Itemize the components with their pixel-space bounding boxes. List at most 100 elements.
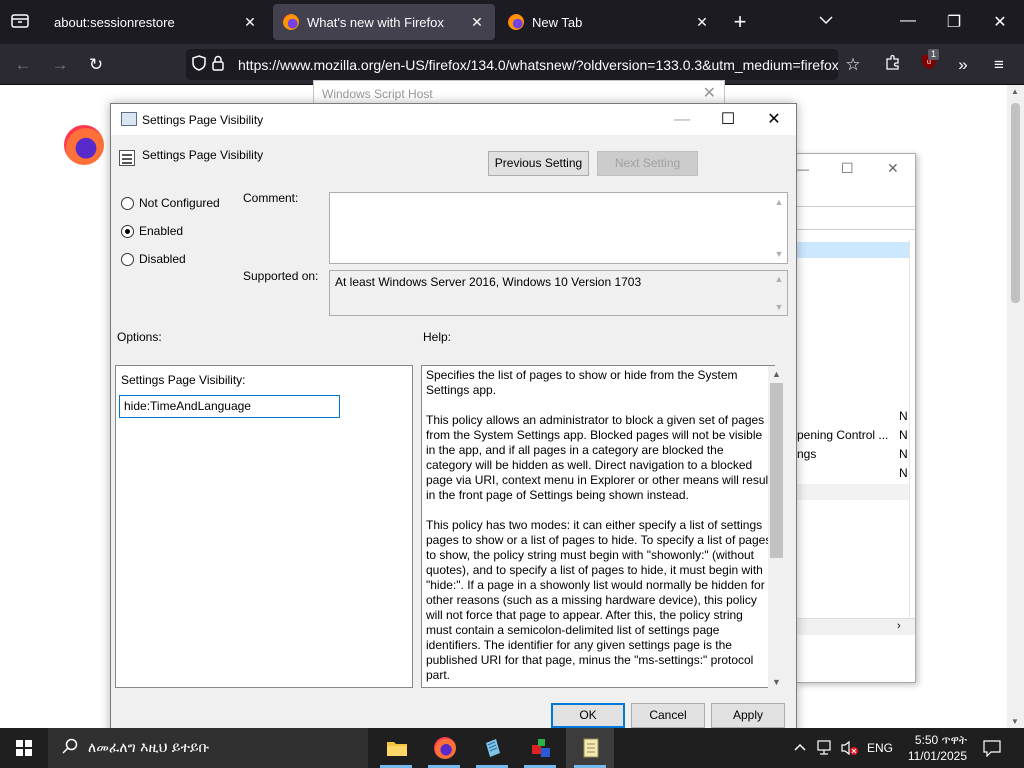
menu-icon[interactable]: ≡ [986, 52, 1012, 78]
dialog-titlebar: Settings Page Visibility — ☐ ✕ [111, 104, 796, 135]
network-icon[interactable] [817, 740, 835, 759]
script-icon [583, 738, 599, 758]
notepad-icon [486, 739, 500, 757]
policy-icon [121, 112, 137, 126]
chevron-down-icon[interactable] [814, 12, 838, 30]
forward-icon[interactable]: → [47, 52, 73, 78]
close-tab-icon[interactable]: ✕ [469, 14, 485, 31]
tab-new-tab[interactable]: New Tab ✕ [498, 4, 720, 40]
maximize-icon[interactable]: ☐ [841, 160, 854, 177]
tab-whats-new[interactable]: What's new with Firefox ✕ [273, 4, 495, 40]
ok-button[interactable]: OK [551, 703, 625, 728]
taskbar-firefox[interactable] [420, 728, 468, 768]
taskbar-script-host[interactable] [566, 728, 614, 768]
gp-separator [797, 206, 915, 207]
gp-list-item[interactable]: pening Control ... [797, 428, 888, 442]
url-bar[interactable]: https://www.mozilla.org/en-US/firefox/13… [186, 49, 838, 80]
notifications-icon[interactable] [983, 739, 1001, 760]
close-window-icon[interactable]: ✕ [988, 12, 1012, 32]
taskbar-policy-editor[interactable] [516, 728, 564, 768]
show-hidden-icons-chevron[interactable] [794, 740, 806, 755]
policy-setting-icon [119, 150, 135, 166]
folder-icon [387, 742, 407, 756]
radio-not-configured[interactable]: Not Configured [121, 196, 220, 210]
extensions-icon[interactable] [880, 52, 906, 78]
page-scrollbar[interactable]: ▲ ▼ [1007, 85, 1024, 728]
help-paragraph: This policy allows an administrator to b… [426, 413, 772, 502]
help-text: Specifies the list of pages to show or h… [426, 368, 772, 687]
cancel-button[interactable]: Cancel [631, 703, 705, 728]
comment-textarea[interactable]: ▲ ▼ [329, 192, 788, 264]
radio-circle[interactable] [121, 252, 134, 266]
windows-start-icon[interactable] [16, 740, 32, 756]
policy-dialog[interactable]: Settings Page Visibility — ☐ ✕ Settings … [110, 103, 797, 743]
shield-icon[interactable] [192, 55, 206, 74]
gp-list-item[interactable]: ngs [797, 447, 816, 461]
gp-editor-window[interactable]: — ☐ ✕ N pening Control ... N ngs N N › [796, 153, 916, 683]
supported-on-text: At least Windows Server 2016, Windows 10… [335, 275, 642, 289]
gp-vscrollbar[interactable] [909, 240, 915, 620]
back-icon[interactable]: ← [10, 52, 36, 78]
clock[interactable]: 5:50 ጥዋት 11/01/2025 [905, 732, 967, 764]
page-scrollbar-thumb[interactable] [1011, 103, 1020, 303]
scroll-down-icon[interactable]: ▼ [1011, 717, 1019, 726]
help-scrollbar[interactable]: ▲ ▼ [768, 366, 785, 690]
ublock-icon[interactable]: u 1 [916, 49, 942, 78]
previous-setting-button[interactable]: Previous Setting [488, 151, 589, 176]
scroll-up-icon[interactable]: ▲ [773, 274, 785, 284]
volume-muted-icon[interactable] [841, 740, 859, 759]
chevron-right-icon[interactable]: › [897, 620, 901, 632]
help-scrollbar-thumb[interactable] [770, 383, 783, 558]
options-label: Options: [117, 330, 162, 344]
taskbar-search-box[interactable]: ለመፈለግ እዚህ ይተይቡ [48, 728, 368, 768]
close-icon[interactable]: ✕ [703, 83, 716, 103]
supported-on-box: At least Windows Server 2016, Windows 10… [329, 270, 788, 316]
taskbar-file-explorer[interactable] [372, 728, 420, 768]
browser-tab-bar: about:sessionrestore ✕ What's new with F… [0, 0, 1024, 44]
gp-titlebar: — ☐ ✕ [797, 154, 915, 186]
restore-icon[interactable]: ❐ [942, 12, 966, 32]
state-cell: N [899, 409, 908, 423]
close-icon[interactable]: ✕ [754, 108, 794, 132]
help-paragraph: This policy has two modes: it can either… [426, 518, 772, 682]
radio-enabled[interactable]: Enabled [121, 224, 183, 238]
minimize-icon[interactable]: — [797, 162, 809, 176]
radio-disabled[interactable]: Disabled [121, 252, 186, 266]
reload-icon[interactable]: ↻ [83, 52, 109, 78]
close-icon[interactable]: ✕ [887, 160, 899, 177]
policy-editor-icon [532, 739, 550, 757]
next-setting-button[interactable]: Next Setting [597, 151, 698, 176]
radio-circle[interactable] [121, 224, 134, 238]
gp-selected-row[interactable] [797, 242, 909, 258]
close-tab-icon[interactable]: ✕ [242, 14, 258, 31]
scroll-up-icon[interactable]: ▲ [773, 197, 785, 207]
gp-hscrollbar[interactable]: › [797, 618, 915, 635]
apply-button[interactable]: Apply [711, 703, 785, 728]
supported-on-label: Supported on: [243, 269, 319, 283]
maximize-icon[interactable]: ☐ [708, 108, 748, 132]
language-indicator[interactable]: ENG [867, 741, 893, 755]
firefox-icon [508, 14, 524, 30]
search-icon [62, 738, 78, 759]
taskbar-notepad-app[interactable] [468, 728, 516, 768]
tab-list-icon[interactable] [8, 12, 32, 33]
scroll-down-icon[interactable]: ▼ [773, 302, 785, 312]
radio-circle[interactable] [121, 196, 134, 210]
extension-badge: 1 [928, 49, 940, 60]
tab-sessionrestore[interactable]: about:sessionrestore ✕ [44, 4, 268, 40]
scroll-up-icon[interactable]: ▲ [768, 369, 785, 379]
gp-separator [797, 229, 915, 230]
overflow-chevron-icon[interactable]: » [950, 52, 976, 78]
lock-icon[interactable] [212, 55, 224, 74]
bookmark-star-icon[interactable]: ☆ [840, 52, 866, 78]
setting-header-title: Settings Page Visibility [142, 148, 264, 162]
minimize-icon[interactable]: — [662, 108, 702, 132]
settings-page-visibility-input[interactable]: hide:TimeAndLanguage [119, 395, 340, 418]
scroll-down-icon[interactable]: ▼ [773, 249, 785, 259]
new-tab-button[interactable]: + [728, 9, 752, 35]
close-tab-icon[interactable]: ✕ [694, 14, 710, 31]
scroll-up-icon[interactable]: ▲ [1011, 87, 1019, 96]
help-panel: Specifies the list of pages to show or h… [421, 365, 775, 688]
scroll-down-icon[interactable]: ▼ [768, 677, 785, 687]
minimize-icon[interactable]: — [896, 12, 920, 30]
